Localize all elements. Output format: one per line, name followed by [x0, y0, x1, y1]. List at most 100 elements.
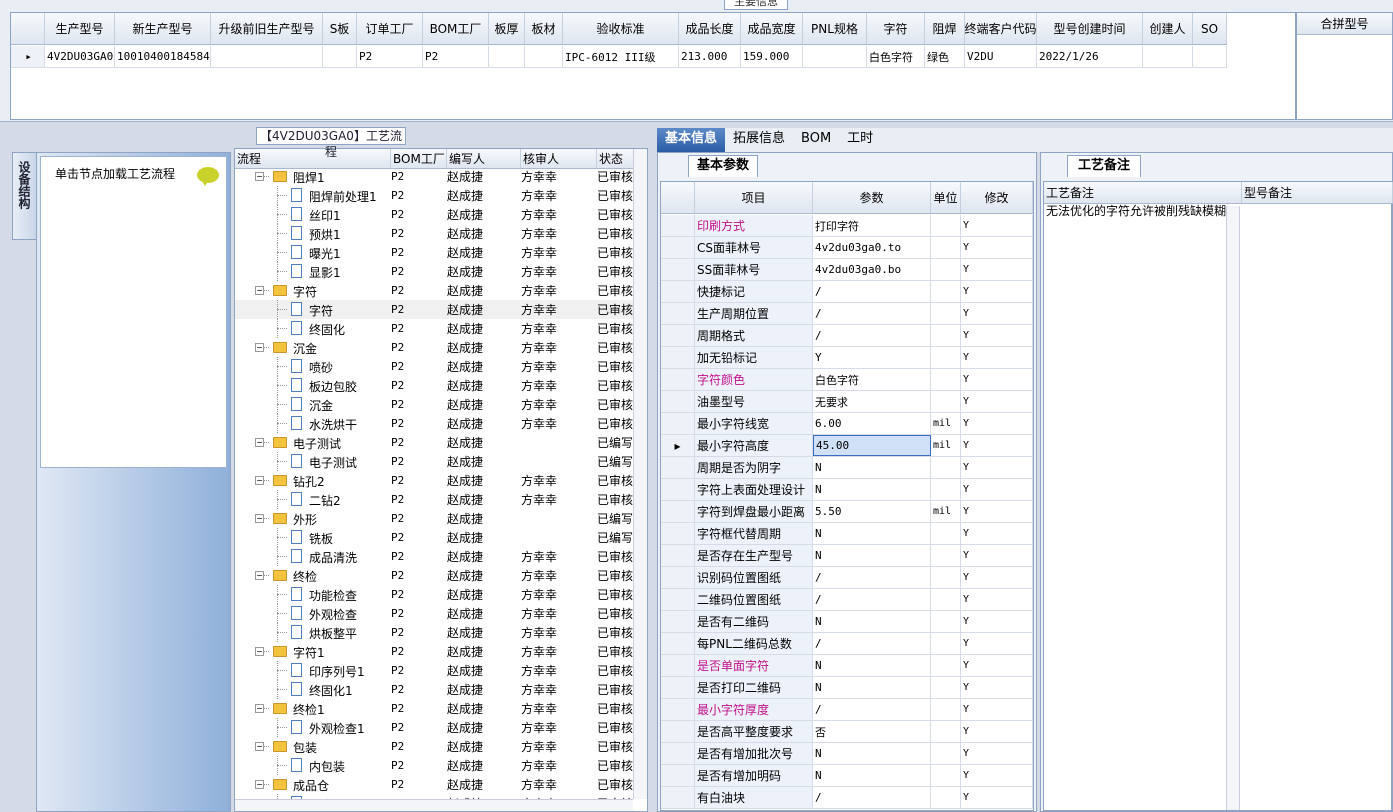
grid-cell[interactable]: V2DU [965, 46, 1037, 67]
param-row[interactable]: 最小字符线宽 6.00 mil Y [661, 413, 1033, 435]
param-modify[interactable]: Y [961, 303, 1033, 324]
param-value[interactable]: 4v2du03ga0.to [813, 237, 931, 258]
tree-column-header[interactable]: 流程 [235, 149, 391, 168]
tab-basic-info[interactable]: 基本信息 [657, 128, 726, 152]
param-modify[interactable]: Y [961, 655, 1033, 676]
column-header[interactable]: SO [1193, 13, 1227, 44]
tree-node-row[interactable]: 二钻2 P2 赵成捷 方幸幸 已审核 [235, 490, 635, 509]
tree-group-row[interactable]: − 字符1 P2 赵成捷 方幸幸 已审核 [235, 642, 635, 661]
param-modify[interactable]: Y [961, 325, 1033, 346]
param-modify[interactable]: Y [961, 369, 1033, 390]
param-modify[interactable]: Y [961, 347, 1033, 368]
tree-column-header[interactable]: BOM工厂 [391, 149, 447, 168]
param-modify[interactable]: Y [961, 281, 1033, 302]
param-modify[interactable]: Y [961, 633, 1033, 654]
grid-cell[interactable]: 2022/1/26 [1037, 46, 1143, 67]
collapse-icon[interactable]: − [255, 571, 264, 580]
column-header[interactable]: 型号创建时间 [1037, 13, 1143, 44]
param-row[interactable]: SS面菲林号 4v2du03ga0.bo Y [661, 259, 1033, 281]
column-header[interactable]: 板厚 [489, 13, 525, 44]
param-value[interactable]: N [813, 523, 931, 544]
params-column-header[interactable]: 参数 [813, 182, 931, 213]
tree-node-row[interactable]: 喷砂 P2 赵成捷 方幸幸 已审核 [235, 357, 635, 376]
param-value[interactable]: 否 [813, 721, 931, 742]
tree-group-row[interactable]: − 包装 P2 赵成捷 方幸幸 已审核 [235, 737, 635, 756]
grid-cell[interactable]: 159.000 [741, 46, 803, 67]
collapse-icon[interactable]: − [255, 647, 264, 656]
column-header[interactable]: 成品宽度 [741, 13, 803, 44]
param-value[interactable]: N [813, 655, 931, 676]
tree-node-row[interactable]: 水洗烘干 P2 赵成捷 方幸幸 已审核 [235, 414, 635, 433]
grid-cell[interactable] [211, 46, 323, 67]
param-row[interactable]: ▸ 最小字符高度 45.00 mil Y [661, 435, 1033, 457]
param-row[interactable]: 字符颜色 白色字符 Y [661, 369, 1033, 391]
param-modify[interactable]: Y [961, 259, 1033, 280]
column-header[interactable]: 板材 [525, 13, 563, 44]
param-row[interactable]: 印刷方式 打印字符 Y [661, 215, 1033, 237]
notes-column-header[interactable]: 工艺备注 [1044, 182, 1242, 203]
column-header[interactable]: 订单工厂 [357, 13, 423, 44]
tree-group-row[interactable]: − 字符 P2 赵成捷 方幸幸 已审核 [235, 281, 635, 300]
param-modify[interactable]: Y [961, 413, 1033, 434]
collapse-icon[interactable]: − [255, 172, 264, 181]
tree-node-row[interactable]: 沉金 P2 赵成捷 方幸幸 已审核 [235, 395, 635, 414]
param-row[interactable]: 字符框代替周期 N Y [661, 523, 1033, 545]
tree-node-row[interactable]: 成品清洗 P2 赵成捷 方幸幸 已审核 [235, 547, 635, 566]
process-note-text[interactable]: 无法优化的字符允许被削残缺模糊 [1046, 205, 1226, 217]
param-modify[interactable]: Y [961, 391, 1033, 412]
tree-group-row[interactable]: − 电子测试 P2 赵成捷 已编写 [235, 433, 635, 452]
param-value[interactable]: / [813, 633, 931, 654]
column-header[interactable]: BOM工厂 [423, 13, 489, 44]
grid-cell[interactable] [489, 46, 525, 67]
param-modify[interactable]: Y [961, 721, 1033, 742]
column-header[interactable]: 升级前旧生产型号 [211, 13, 323, 44]
param-value[interactable]: / [813, 787, 931, 808]
param-value[interactable]: 4v2du03ga0.bo [813, 259, 931, 280]
param-row[interactable]: 油墨型号 无要求 Y [661, 391, 1033, 413]
tree-node-row[interactable]: 显影1 P2 赵成捷 方幸幸 已审核 [235, 262, 635, 281]
tree-node-row[interactable]: 外观检查1 P2 赵成捷 方幸幸 已审核 [235, 718, 635, 737]
param-row[interactable]: 是否打印二维码 N Y [661, 677, 1033, 699]
tree-node-row[interactable]: 终固化 P2 赵成捷 方幸幸 已审核 [235, 319, 635, 338]
tree-group-row[interactable]: − 阻焊1 P2 赵成捷 方幸幸 已审核 [235, 167, 635, 186]
param-row[interactable]: 字符上表面处理设计 N Y [661, 479, 1033, 501]
param-row[interactable]: 是否有增加批次号 N Y [661, 743, 1033, 765]
param-row[interactable]: 加无铅标记 Y Y [661, 347, 1033, 369]
tree-node-row[interactable]: 外观检查 P2 赵成捷 方幸幸 已审核 [235, 604, 635, 623]
param-row[interactable]: 最小字符厚度 / Y [661, 699, 1033, 721]
tree-group-row[interactable]: − 成品仓 P2 赵成捷 方幸幸 已审核 [235, 775, 635, 794]
param-value[interactable]: N [813, 545, 931, 566]
tree-node-row[interactable]: 内包装 P2 赵成捷 方幸幸 已审核 [235, 756, 635, 775]
collapse-icon[interactable]: − [255, 286, 264, 295]
tree-group-row[interactable]: − 钻孔2 P2 赵成捷 方幸幸 已审核 [235, 471, 635, 490]
collapse-icon[interactable]: − [255, 704, 264, 713]
column-header[interactable]: 终端客户代码 [965, 13, 1037, 44]
param-value[interactable]: N [813, 457, 931, 478]
notes-scrollbar[interactable] [1226, 206, 1240, 810]
param-modify[interactable]: Y [961, 237, 1033, 258]
param-row[interactable]: 生产周期位置 / Y [661, 303, 1033, 325]
collapse-icon[interactable]: − [255, 476, 264, 485]
param-row[interactable]: 周期是否为阴字 N Y [661, 457, 1033, 479]
param-modify[interactable]: Y [961, 215, 1033, 236]
grid-cell[interactable]: 10010400184584 [115, 46, 211, 67]
tree-column-header[interactable]: 状态 [597, 149, 635, 168]
param-row[interactable]: 识别码位置图纸 / Y [661, 567, 1033, 589]
param-row[interactable]: 二维码位置图纸 / Y [661, 589, 1033, 611]
column-header[interactable]: 阻焊 [925, 13, 965, 44]
grid-cell[interactable]: 绿色 [925, 46, 965, 67]
grid-cell[interactable] [525, 46, 563, 67]
tree-node-row[interactable]: 丝印1 P2 赵成捷 方幸幸 已审核 [235, 205, 635, 224]
tree-node-row[interactable]: 烘板整平 P2 赵成捷 方幸幸 已审核 [235, 623, 635, 642]
tree-node-row[interactable]: 功能检查 P2 赵成捷 方幸幸 已审核 [235, 585, 635, 604]
notes-column-header[interactable]: 型号备注 [1242, 182, 1393, 203]
tab-process-notes[interactable]: 工艺备注 [1067, 155, 1141, 177]
tree-node-row[interactable]: 终固化1 P2 赵成捷 方幸幸 已审核 [235, 680, 635, 699]
param-modify[interactable]: Y [961, 523, 1033, 544]
grid-cell[interactable]: 白色字符 [867, 46, 925, 67]
param-modify[interactable]: Y [961, 567, 1033, 588]
tree-node-row[interactable]: 阻焊前处理1 P2 赵成捷 方幸幸 已审核 [235, 186, 635, 205]
tree-group-row[interactable]: − 终检 P2 赵成捷 方幸幸 已审核 [235, 566, 635, 585]
param-modify[interactable]: Y [961, 589, 1033, 610]
tree-node-row[interactable]: 印序列号1 P2 赵成捷 方幸幸 已审核 [235, 661, 635, 680]
